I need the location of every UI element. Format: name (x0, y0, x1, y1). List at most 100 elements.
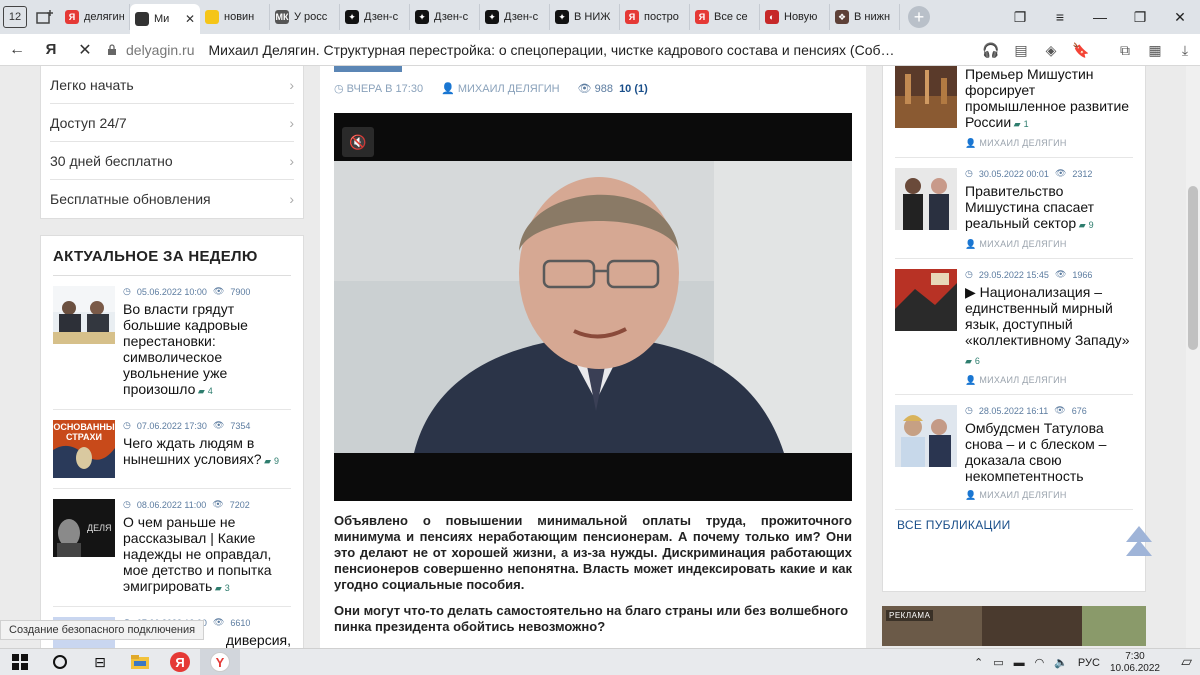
eye-icon: 👁 (1054, 405, 1066, 415)
volume-icon[interactable]: 🔈 (1054, 656, 1068, 669)
yandex-browser-icon[interactable]: Y (200, 648, 240, 675)
list-item[interactable]: ДЕЛЯ ◷ 08.06.2022 11:00 👁 7202 О чем раньше… (53, 489, 291, 607)
file-explorer-icon[interactable] (120, 649, 160, 675)
list-item[interactable]: ◷ 05.06.2022 10:00 👁 7900 Во власти грядут … (53, 276, 291, 410)
news-title[interactable]: Премьер Мишустин форсирует промышленное … (965, 66, 1129, 130)
list-item[interactable]: ◷ 28.05.2022 16:11 👁 676 Омбудсмен Татулова… (895, 395, 1133, 510)
scrollbar-thumb[interactable] (1188, 186, 1198, 350)
browser-tab[interactable]: новин (200, 4, 270, 30)
list-item[interactable]: Премьер Мишустин форсирует промышленное … (895, 66, 1133, 158)
browser-tab[interactable]: ✦ Дзен-с (410, 4, 480, 30)
browser-tab[interactable]: Япостро (620, 4, 690, 30)
lock-icon[interactable] (102, 34, 122, 66)
news-title[interactable]: Чего ждать людям в нынешних условиях? (123, 435, 262, 467)
tabs-menu-icon[interactable]: ❐ (1000, 0, 1040, 34)
list-item[interactable]: ◷ 29.05.2022 15:45 👁 1966 ▶ Национализация … (895, 259, 1133, 395)
close-tab-icon[interactable]: ✕ (185, 12, 195, 26)
close-window-button[interactable]: ✕ (1160, 0, 1200, 34)
collections-icon[interactable]: ⧉ (1110, 42, 1140, 59)
tab-label: новин (224, 11, 255, 23)
news-author[interactable]: МИХАИЛ ДЕЛЯГИН (979, 490, 1066, 500)
clock[interactable]: 7:30 10.06.2022 (1110, 651, 1160, 675)
article-paragraph: Объявлено о повышении минимальной оплаты… (334, 513, 852, 592)
reader-icon[interactable]: ▤ (1006, 42, 1036, 59)
menu-item-free-trial[interactable]: 30 дней бесплатно › (50, 142, 294, 180)
news-author[interactable]: МИХАИЛ ДЕЛЯГИН (979, 375, 1066, 385)
restore-button[interactable]: ❐ (1120, 0, 1160, 34)
browser-tab[interactable]: ✦ В НИЖ (550, 4, 620, 30)
search-circle-icon[interactable] (40, 649, 80, 675)
minimize-button[interactable]: — (1080, 0, 1120, 34)
menu-item-easy-start[interactable]: Легко начать › (50, 66, 294, 104)
page-scrollbar[interactable] (1186, 66, 1200, 648)
clock-icon: ◷ (123, 286, 131, 296)
browser-tab[interactable]: ◐ Новую (760, 4, 830, 30)
downloads-icon[interactable]: ⤓ (1170, 42, 1200, 59)
browser-tab[interactable]: ✦ Дзен-с (340, 4, 410, 30)
browser-tab[interactable]: МК У росс (270, 4, 340, 30)
task-view-icon[interactable]: ⊟ (80, 649, 120, 675)
article-date: ВЧЕРА В 17:30 (346, 83, 424, 95)
url-domain[interactable]: delyagin.ru (126, 42, 195, 58)
news-title[interactable]: О чем раньше не рассказывал | Какие наде… (123, 514, 272, 594)
new-window-icon[interactable] (30, 0, 60, 34)
menu-item-access[interactable]: Доступ 24/7 › (50, 104, 294, 142)
menu-item-free-updates[interactable]: Бесплатные обновления › (50, 180, 294, 218)
stop-loading-icon[interactable]: ✕ (68, 34, 102, 66)
comment-count: 4 (207, 386, 213, 396)
video-player[interactable]: 🔇 (334, 113, 852, 501)
ad-banner[interactable]: РЕКЛАМА (882, 606, 1146, 646)
browser-tab[interactable]: Яделягин (60, 4, 130, 30)
bookmark-icon[interactable]: 🔖 (1066, 42, 1096, 59)
news-title[interactable]: Во власти грядут большие кадровые перест… (123, 301, 248, 397)
comment-icon: ▰ (261, 456, 271, 466)
yandex-icon[interactable]: Я (160, 649, 200, 675)
browser-tab[interactable]: ✦ Дзен-с (480, 4, 550, 30)
article-author[interactable]: МИХАИЛ ДЕЛЯГИН (458, 83, 560, 95)
new-tab-button[interactable]: + (908, 6, 930, 28)
language-indicator[interactable]: РУС (1078, 657, 1100, 669)
news-title[interactable]: Правительство Мишустина спасает реальный… (965, 183, 1094, 231)
news-thumbnail (53, 286, 115, 344)
page-title[interactable]: Михаил Делягин. Структурная перестройка:… (209, 42, 914, 58)
news-title[interactable]: ▶ Национализация – единственный мирный я… (965, 284, 1130, 348)
list-item[interactable]: ◷ 30.05.2022 00:01 👁 2312 Правительство Миш… (895, 158, 1133, 259)
browser-tab[interactable]: ❖ В нижн (830, 4, 900, 30)
window-controls: ❐ ≡ — ❐ ✕ (1000, 0, 1200, 34)
wifi-icon[interactable]: ◠ (1035, 656, 1045, 669)
comment-count: 1 (1023, 119, 1029, 129)
windows-taskbar: ⊟ Я Y ⌃ ▭ ▬ ◠ 🔈 РУС 7:30 10.06.2022 ▱ (0, 648, 1200, 675)
comment-count: 9 (274, 456, 280, 466)
start-icon[interactable] (0, 649, 40, 675)
menu-icon[interactable]: ≡ (1040, 0, 1080, 34)
headphones-icon[interactable]: 🎧 (976, 42, 1006, 59)
browser-tab[interactable]: Я Все се (690, 4, 760, 30)
news-author[interactable]: МИХАИЛ ДЕЛЯГИН (979, 138, 1066, 148)
clock-icon: ◷ (123, 499, 131, 509)
tab-favicon-icon: ✦ (485, 10, 499, 24)
battery-icon[interactable]: ▬ (1014, 657, 1025, 669)
yandex-logo-icon[interactable]: Я (34, 34, 68, 66)
list-item[interactable]: ОСНОВАННЫ СТРАХИ ◷ 07.06.2022 17:30 👁 7354 … (53, 410, 291, 489)
news-author[interactable]: МИХАИЛ ДЕЛЯГИН (979, 239, 1066, 249)
scroll-to-top-button[interactable] (1124, 524, 1154, 558)
news-title[interactable]: Омбудсмен Татулова снова – и с блеском –… (965, 420, 1106, 484)
video-frame (334, 161, 852, 453)
protect-icon[interactable]: ◈ (1036, 42, 1066, 59)
all-publications-link[interactable]: ВСЕ ПУБЛИКАЦИИ (895, 510, 1133, 532)
tab-label: Все се (714, 11, 748, 23)
chevron-up-icon[interactable]: ⌃ (974, 656, 983, 669)
mute-icon[interactable]: 🔇 (342, 127, 374, 157)
notifications-icon[interactable]: ▱ (1181, 653, 1192, 670)
extension-icon[interactable]: ▦ (1140, 42, 1170, 59)
news-title[interactable]: диверсия, (226, 632, 291, 648)
tab-favicon-icon: Я (65, 10, 79, 24)
comment-icon: ▰ (212, 583, 222, 593)
network-icon[interactable]: ▭ (993, 656, 1003, 669)
browser-tab[interactable]: Ми ✕ (130, 4, 200, 34)
person-icon: 👤 (965, 375, 980, 385)
article-comments[interactable]: 10 (1) (619, 83, 648, 95)
address-bar-actions: 🎧 ▤ ◈ 🔖 ⧉ ▦ ⤓ (976, 34, 1200, 66)
back-arrow-icon[interactable]: ← (0, 34, 34, 66)
tab-counter-button[interactable]: 12 (0, 0, 30, 34)
